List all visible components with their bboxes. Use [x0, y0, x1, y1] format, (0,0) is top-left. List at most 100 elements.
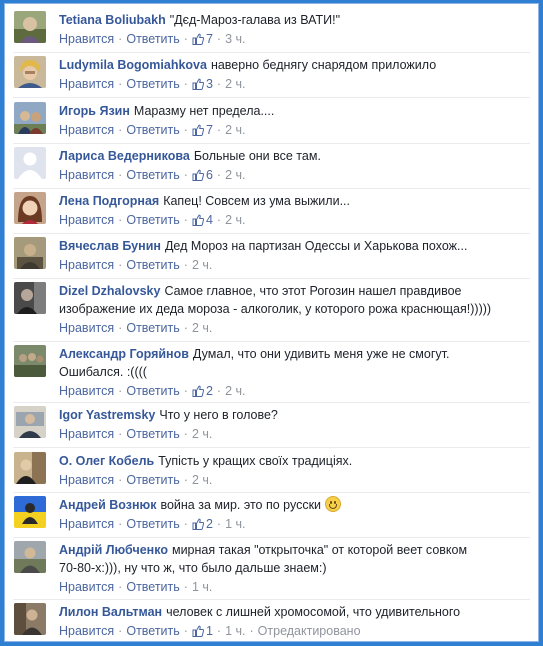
- like-button[interactable]: Нравится: [59, 258, 114, 272]
- comment-author[interactable]: Tetiana Boliubakh: [59, 13, 166, 27]
- comment-author[interactable]: Ludymila Bogomiahkova: [59, 58, 207, 72]
- like-button[interactable]: Нравится: [59, 321, 114, 335]
- comment-time[interactable]: 2 ч.: [225, 168, 245, 182]
- comment-text: Больные они все там.: [193, 149, 321, 163]
- comment-text: Дед Мороз на партизан Одессы и Харькова …: [164, 239, 468, 253]
- comment-text: мирная такая "открыточка" от которой вее…: [171, 543, 468, 557]
- reply-button[interactable]: Ответить: [126, 624, 179, 638]
- comment-text: Маразму нет предела....: [133, 104, 275, 118]
- comment-text: война за мир. это по русски: [160, 498, 322, 512]
- comment-time[interactable]: 2 ч.: [192, 321, 212, 335]
- avatar[interactable]: [14, 496, 46, 528]
- comment-author[interactable]: Андрей Вознюк: [59, 498, 156, 512]
- comment-author[interactable]: О. Олег Кобель: [59, 454, 154, 468]
- comment-text: наверно беднягу снарядом приложило: [210, 58, 437, 72]
- thumbs-up-icon: [192, 518, 204, 530]
- comment-text: Самое главное, что этот Рогозин нашел пр…: [164, 284, 462, 298]
- avatar[interactable]: [14, 345, 46, 377]
- like-button[interactable]: Нравится: [59, 77, 114, 91]
- avatar[interactable]: [14, 282, 46, 314]
- like-button[interactable]: Нравится: [59, 32, 114, 46]
- like-button[interactable]: Нравится: [59, 517, 114, 531]
- like-button[interactable]: Нравится: [59, 624, 114, 638]
- comment-time[interactable]: 2 ч.: [192, 258, 212, 272]
- comment-author[interactable]: Igor Yastremsky: [59, 408, 155, 422]
- like-button[interactable]: Нравится: [59, 384, 114, 398]
- comment-author[interactable]: Андрій Любченко: [59, 543, 168, 557]
- comment-author[interactable]: Александр Горяйнов: [59, 347, 189, 361]
- avatar[interactable]: [14, 102, 46, 134]
- comment-text: Думал, что они удивить меня уже не смогу…: [192, 347, 450, 361]
- comment-time[interactable]: 2 ч.: [192, 473, 212, 487]
- thumbs-up-icon: [192, 33, 204, 45]
- like-button[interactable]: Нравится: [59, 123, 114, 137]
- thumbs-up-icon: [192, 385, 204, 397]
- comment-time[interactable]: 2 ч.: [192, 427, 212, 441]
- like-button[interactable]: Нравится: [59, 580, 114, 594]
- reply-button[interactable]: Ответить: [126, 427, 179, 441]
- like-button[interactable]: Нравится: [59, 213, 114, 227]
- like-count[interactable]: 7: [192, 32, 213, 46]
- like-count[interactable]: 6: [192, 168, 213, 182]
- comment-author[interactable]: Лилон Вальтман: [59, 605, 162, 619]
- like-count[interactable]: 2: [192, 384, 213, 398]
- reply-button[interactable]: Ответить: [126, 77, 179, 91]
- comment-text: Что у него в голове?: [159, 408, 278, 422]
- like-count[interactable]: 3: [192, 77, 213, 91]
- reply-button[interactable]: Ответить: [126, 123, 179, 137]
- like-count[interactable]: 2: [192, 517, 213, 531]
- reply-button[interactable]: Ответить: [126, 473, 179, 487]
- comment-author[interactable]: Лариса Ведерникова: [59, 149, 190, 163]
- avatar[interactable]: [14, 237, 46, 269]
- thumbs-up-icon: [192, 124, 204, 136]
- comment-text: Капец! Совсем из ума выжили...: [163, 194, 350, 208]
- comment-author[interactable]: Dizel Dzhalovsky: [59, 284, 160, 298]
- reply-button[interactable]: Ответить: [126, 384, 179, 398]
- reply-button[interactable]: Ответить: [126, 32, 179, 46]
- avatar[interactable]: [14, 603, 46, 635]
- comment-time[interactable]: 1 ч.: [225, 624, 245, 638]
- comment-author[interactable]: Вячеслав Бунин: [59, 239, 161, 253]
- comment-time[interactable]: 2 ч.: [225, 123, 245, 137]
- comment-time[interactable]: 1 ч.: [225, 517, 245, 531]
- like-count[interactable]: 4: [192, 213, 213, 227]
- reply-button[interactable]: Ответить: [126, 258, 179, 272]
- thumbs-up-icon: [192, 169, 204, 181]
- like-button[interactable]: Нравится: [59, 473, 114, 487]
- comment-text: Тупість у кращих своїх традиціях.: [158, 454, 353, 468]
- comment-author[interactable]: Лена Подгорная: [59, 194, 159, 208]
- reply-button[interactable]: Ответить: [126, 580, 179, 594]
- avatar[interactable]: [14, 541, 46, 573]
- avatar[interactable]: [14, 406, 46, 438]
- reply-button[interactable]: Ответить: [126, 168, 179, 182]
- comment-time[interactable]: 2 ч.: [225, 213, 245, 227]
- thumbs-up-icon: [192, 214, 204, 226]
- avatar[interactable]: [14, 56, 46, 88]
- avatar[interactable]: [14, 192, 46, 224]
- comment-time[interactable]: 2 ч.: [225, 384, 245, 398]
- comment-text: человек с лишней хромосомой, что удивите…: [166, 605, 461, 619]
- avatar[interactable]: [14, 147, 46, 179]
- avatar[interactable]: [14, 11, 46, 43]
- thumbs-up-icon: [192, 78, 204, 90]
- edited-label[interactable]: Отредактировано: [258, 624, 361, 638]
- comment-time[interactable]: 1 ч.: [192, 580, 212, 594]
- comment-text: "Дєд-Мароз-галава из ВАТИ!": [169, 13, 341, 27]
- comment-text-continued: Ошибался. :((((: [59, 365, 147, 379]
- avatar[interactable]: [14, 452, 46, 484]
- like-button[interactable]: Нравится: [59, 168, 114, 182]
- comment-text-continued: изображение их деда мороза - алкоголик, …: [59, 302, 492, 316]
- reply-button[interactable]: Ответить: [126, 321, 179, 335]
- comment-author[interactable]: Игорь Язин: [59, 104, 130, 118]
- like-button[interactable]: Нравится: [59, 427, 114, 441]
- like-count[interactable]: 7: [192, 123, 213, 137]
- reply-button[interactable]: Ответить: [126, 213, 179, 227]
- comment-time[interactable]: 2 ч.: [225, 77, 245, 91]
- comment-time[interactable]: 3 ч.: [225, 32, 245, 46]
- reply-button[interactable]: Ответить: [126, 517, 179, 531]
- comment-text-continued: 70-80-х:))), ну что ж, что было дальше з…: [59, 561, 327, 575]
- smile-emoji-icon: [324, 496, 341, 512]
- thumbs-up-icon: [192, 625, 204, 637]
- comments-panel: Tetiana Boliubakh "Дєд-Мароз-галава из ВА…: [4, 3, 539, 642]
- like-count[interactable]: 1: [192, 624, 213, 638]
